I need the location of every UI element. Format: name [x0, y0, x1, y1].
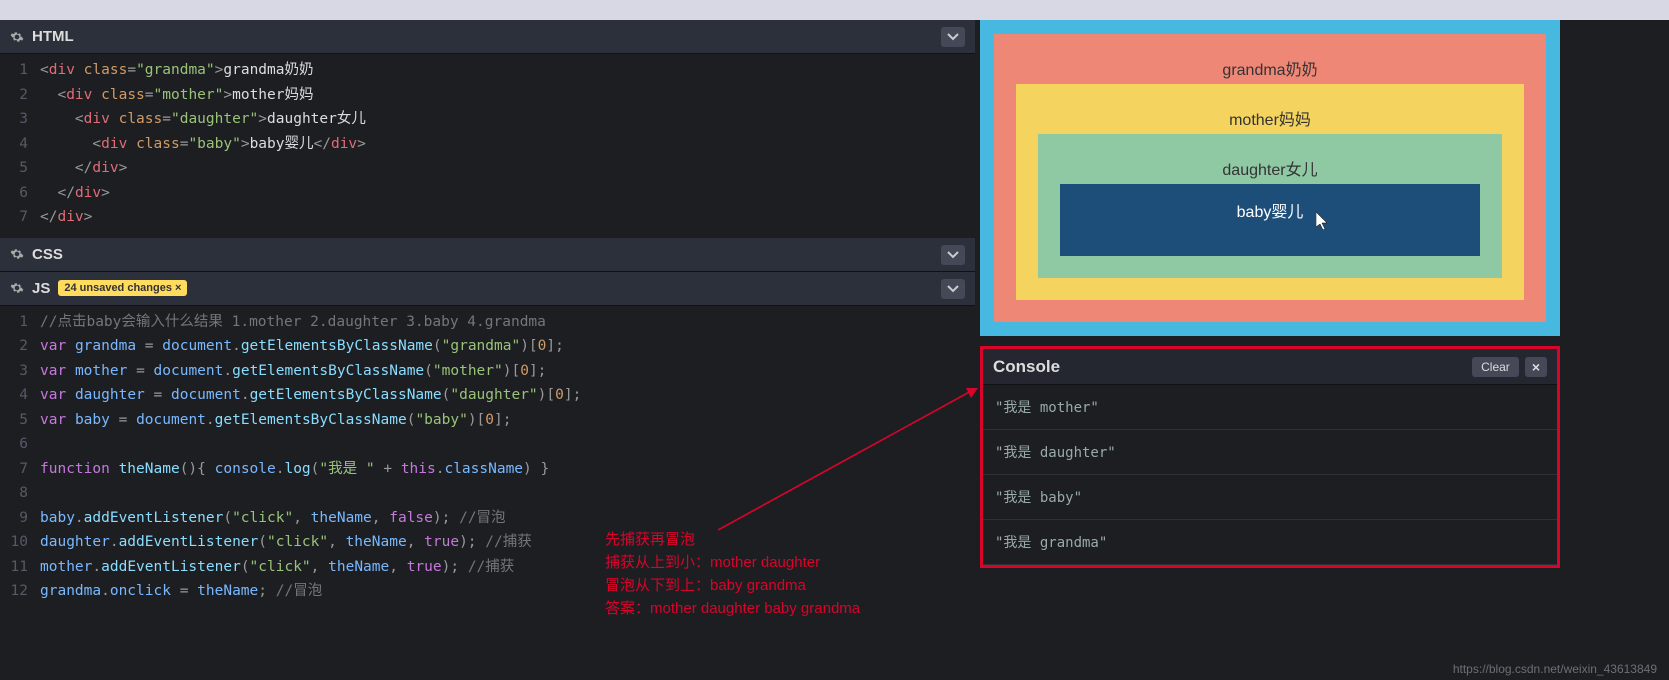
code-line[interactable]: 7function theName(){ console.log("我是 " +…	[0, 457, 975, 482]
line-number: 2	[0, 334, 40, 359]
code-content[interactable]: grandma.onclick = theName; //冒泡	[40, 579, 322, 604]
preview-grandma-label: grandma奶奶	[1222, 62, 1317, 79]
code-content[interactable]: </div>	[40, 205, 92, 230]
code-line[interactable]: 6 </div>	[0, 181, 975, 206]
code-content[interactable]: baby.addEventListener("click", theName, …	[40, 506, 506, 531]
code-line[interactable]: 2var grandma = document.getElementsByCla…	[0, 334, 975, 359]
collapse-button[interactable]	[941, 279, 965, 299]
annotation-line: 捕获从上到小：mother daughter	[605, 551, 860, 574]
collapse-button[interactable]	[941, 245, 965, 265]
code-line[interactable]: 6	[0, 432, 975, 457]
gear-icon[interactable]	[10, 281, 24, 295]
code-content[interactable]: <div class="mother">mother妈妈	[40, 83, 314, 108]
code-line[interactable]: 3 <div class="daughter">daughter女儿	[0, 107, 975, 132]
code-line[interactable]: 4var daughter = document.getElementsByCl…	[0, 383, 975, 408]
chevron-down-icon	[947, 251, 959, 259]
code-content[interactable]: function theName(){ console.log("我是 " + …	[40, 457, 549, 482]
console-output: "我是 mother""我是 daughter""我是 baby""我是 gra…	[983, 385, 1557, 565]
css-panel-header[interactable]: CSS	[0, 238, 975, 272]
annotation-line: 答案：mother daughter baby grandma	[605, 597, 860, 620]
unsaved-changes-badge[interactable]: 24 unsaved changes ×	[58, 280, 187, 296]
code-content[interactable]: var mother = document.getElementsByClass…	[40, 359, 546, 384]
annotation-text: 先捕获再冒泡 捕获从上到小：mother daughter 冒泡从下到上：bab…	[605, 528, 860, 620]
code-line[interactable]: 3var mother = document.getElementsByClas…	[0, 359, 975, 384]
code-content[interactable]: //点击baby会输入什么结果 1.mother 2.daughter 3.ba…	[40, 310, 546, 335]
chevron-down-icon	[947, 285, 959, 293]
html-editor[interactable]: 1<div class="grandma">grandma奶奶2 <div cl…	[0, 54, 975, 238]
code-content[interactable]: mother.addEventListener("click", theName…	[40, 555, 514, 580]
line-number: 3	[0, 107, 40, 132]
line-number: 12	[0, 579, 40, 604]
code-line[interactable]: 8	[0, 481, 975, 506]
html-panel-header[interactable]: HTML	[0, 20, 975, 54]
line-number: 11	[0, 555, 40, 580]
preview-baby[interactable]: baby婴儿	[1060, 184, 1480, 256]
preview-baby-label: baby婴儿	[1237, 204, 1304, 221]
line-number: 6	[0, 432, 40, 457]
preview-pane[interactable]: grandma奶奶 mother妈妈 daughter女儿 baby婴儿	[980, 20, 1560, 336]
console-clear-button[interactable]: Clear	[1472, 357, 1519, 377]
console-line: "我是 daughter"	[983, 430, 1557, 475]
annotation-line: 先捕获再冒泡	[605, 528, 860, 551]
line-number: 3	[0, 359, 40, 384]
code-content[interactable]: <div class="baby">baby婴儿</div>	[40, 132, 366, 157]
line-number: 9	[0, 506, 40, 531]
annotation-line: 冒泡从下到上：baby grandma	[605, 574, 860, 597]
line-number: 7	[0, 205, 40, 230]
code-content[interactable]: daughter.addEventListener("click", theNa…	[40, 530, 532, 555]
watermark: https://blog.csdn.net/weixin_43613849	[1453, 662, 1657, 676]
code-content[interactable]: var grandma = document.getElementsByClas…	[40, 334, 564, 359]
cursor-icon	[1316, 212, 1330, 235]
console-header: Console Clear ×	[983, 349, 1557, 385]
js-panel-title: JS	[32, 280, 50, 297]
preview-grandma[interactable]: grandma奶奶 mother妈妈 daughter女儿 baby婴儿	[994, 34, 1546, 322]
css-panel-title: CSS	[32, 246, 63, 263]
line-number: 1	[0, 310, 40, 335]
line-number: 5	[0, 408, 40, 433]
line-number: 4	[0, 132, 40, 157]
gear-icon[interactable]	[10, 30, 24, 44]
code-content[interactable]: var daughter = document.getElementsByCla…	[40, 383, 581, 408]
line-number: 8	[0, 481, 40, 506]
code-line[interactable]: 2 <div class="mother">mother妈妈	[0, 83, 975, 108]
console-line: "我是 mother"	[983, 385, 1557, 430]
line-number: 6	[0, 181, 40, 206]
window-top-strip	[0, 0, 1669, 20]
output-column: grandma奶奶 mother妈妈 daughter女儿 baby婴儿 Con…	[980, 20, 1560, 680]
code-line[interactable]: 7</div>	[0, 205, 975, 230]
line-number: 7	[0, 457, 40, 482]
console-panel: Console Clear × "我是 mother""我是 daughter"…	[980, 346, 1560, 568]
code-line[interactable]: 4 <div class="baby">baby婴儿</div>	[0, 132, 975, 157]
console-line: "我是 grandma"	[983, 520, 1557, 565]
code-content[interactable]: </div>	[40, 156, 127, 181]
line-number: 10	[0, 530, 40, 555]
code-content[interactable]: </div>	[40, 181, 110, 206]
code-content[interactable]: <div class="daughter">daughter女儿	[40, 107, 366, 132]
console-close-button[interactable]: ×	[1525, 357, 1547, 377]
preview-daughter-label: daughter女儿	[1222, 162, 1317, 179]
console-title: Console	[993, 357, 1472, 377]
code-line[interactable]: 5var baby = document.getElementsByClassN…	[0, 408, 975, 433]
console-line: "我是 baby"	[983, 475, 1557, 520]
code-content[interactable]: <div class="grandma">grandma奶奶	[40, 58, 313, 83]
line-number: 1	[0, 58, 40, 83]
code-line[interactable]: 9baby.addEventListener("click", theName,…	[0, 506, 975, 531]
preview-mother[interactable]: mother妈妈 daughter女儿 baby婴儿	[1016, 84, 1524, 300]
code-line[interactable]: 1//点击baby会输入什么结果 1.mother 2.daughter 3.b…	[0, 310, 975, 335]
js-panel-header[interactable]: JS 24 unsaved changes ×	[0, 272, 975, 306]
code-line[interactable]: 5 </div>	[0, 156, 975, 181]
preview-daughter[interactable]: daughter女儿 baby婴儿	[1038, 134, 1502, 278]
line-number: 4	[0, 383, 40, 408]
collapse-button[interactable]	[941, 27, 965, 47]
code-line[interactable]: 1<div class="grandma">grandma奶奶	[0, 58, 975, 83]
chevron-down-icon	[947, 33, 959, 41]
line-number: 2	[0, 83, 40, 108]
preview-mother-label: mother妈妈	[1229, 112, 1311, 129]
html-panel-title: HTML	[32, 28, 74, 45]
line-number: 5	[0, 156, 40, 181]
code-content[interactable]: var baby = document.getElementsByClassNa…	[40, 408, 512, 433]
gear-icon[interactable]	[10, 247, 24, 261]
